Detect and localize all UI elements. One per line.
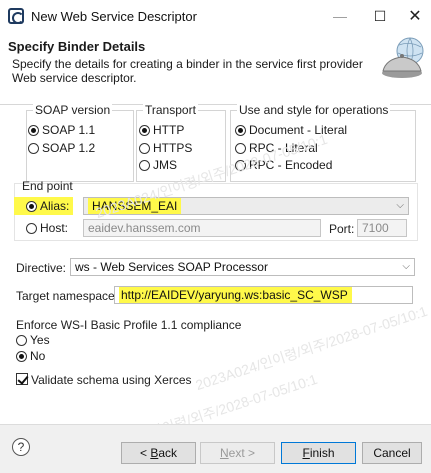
wsi-label: Enforce WS-I Basic Profile 1.1 complianc… xyxy=(16,318,242,332)
soap-version-label: SOAP version xyxy=(33,103,113,117)
radio-indicator xyxy=(28,142,39,154)
radio-label: Host: xyxy=(40,221,69,235)
wsi-no-radio[interactable]: No xyxy=(16,349,45,363)
alias-combo[interactable]: HANSSEM_EAI ⌵ xyxy=(83,197,409,215)
radio-indicator xyxy=(26,200,37,212)
finish-mnemonic: F xyxy=(302,446,310,460)
radio-label: RPC - Encoded xyxy=(249,158,333,172)
document-literal-radio[interactable]: Document - Literal xyxy=(235,123,347,137)
rpc-encoded-radio[interactable]: RPC - Encoded xyxy=(235,158,332,172)
help-icon[interactable]: ? xyxy=(12,438,30,456)
radio-indicator xyxy=(139,124,150,136)
title-bar: New Web Service Descriptor — ☐ ✕ xyxy=(0,0,431,33)
radio-indicator xyxy=(28,124,39,136)
validate-schema-checkbox[interactable] xyxy=(16,373,28,385)
chevron-down-icon[interactable]: ⌵ xyxy=(396,198,404,214)
radio-indicator xyxy=(26,222,37,234)
host-input[interactable]: eaidev.hanssem.com xyxy=(83,219,321,237)
app-icon xyxy=(8,8,24,24)
web-service-globe-icon xyxy=(382,37,424,78)
minimize-button[interactable]: — xyxy=(318,0,362,33)
wizard-header: Specify Binder Details Specify the detai… xyxy=(0,33,431,105)
radio-indicator xyxy=(235,159,246,171)
directive-combo[interactable]: ws - Web Services SOAP Processor ⌵ xyxy=(70,258,415,276)
next-mnemonic: N xyxy=(219,446,229,460)
radio-label: RPC - Literal xyxy=(249,141,318,155)
finish-button[interactable]: Finish xyxy=(281,442,356,464)
watermark-text: 2023A024/인이령/외주/2028-07-05/10:1 xyxy=(193,302,430,394)
radio-indicator xyxy=(139,142,150,154)
back-prefix: < xyxy=(139,446,151,460)
radio-label: Document - Literal xyxy=(249,123,348,137)
radio-label: No xyxy=(30,349,46,363)
alias-value: HANSSEM_EAI xyxy=(88,198,182,214)
next-rest: ext > xyxy=(228,446,256,460)
radio-label: SOAP 1.1 xyxy=(42,123,96,137)
port-label: Port: xyxy=(329,222,355,236)
soap-1-2-radio[interactable]: SOAP 1.2 xyxy=(28,141,95,155)
jms-radio[interactable]: JMS xyxy=(139,158,177,172)
host-radio[interactable]: Host: xyxy=(26,221,68,235)
close-button[interactable]: ✕ xyxy=(393,0,431,33)
radio-label: Yes xyxy=(30,333,50,347)
page-title: Specify Binder Details xyxy=(8,39,146,54)
radio-indicator xyxy=(235,124,246,136)
radio-label: Alias: xyxy=(40,199,70,213)
endpoint-label: End point xyxy=(22,179,73,193)
target-namespace-input[interactable]: http://EAIDEV/yaryung.ws:basic_SC_WSP xyxy=(114,286,413,304)
validate-schema-label: Validate schema using Xerces xyxy=(31,373,192,387)
target-namespace-label: Target namespace: xyxy=(16,289,119,303)
radio-indicator xyxy=(235,142,246,154)
radio-indicator xyxy=(139,159,150,171)
back-rest: ack xyxy=(158,446,178,460)
http-radio[interactable]: HTTP xyxy=(139,123,184,137)
use-style-label: Use and style for operations xyxy=(237,103,391,117)
radio-label: SOAP 1.2 xyxy=(42,141,96,155)
back-button[interactable]: < Back xyxy=(121,442,196,464)
soap-1-1-radio[interactable]: SOAP 1.1 xyxy=(28,123,95,137)
wizard-content: SOAP version SOAP 1.1 SOAP 1.2 Transport… xyxy=(0,103,431,461)
radio-indicator xyxy=(16,350,27,362)
cancel-button[interactable]: Cancel xyxy=(362,442,422,464)
directive-label: Directive: xyxy=(16,261,67,275)
radio-label: JMS xyxy=(153,158,177,172)
radio-indicator xyxy=(16,334,27,346)
target-namespace-value: http://EAIDEV/yaryung.ws:basic_SC_WSP xyxy=(119,287,352,303)
window-title: New Web Service Descriptor xyxy=(31,9,197,24)
next-button[interactable]: Next > xyxy=(200,442,275,464)
page-description: Specify the details for creating a binde… xyxy=(12,57,363,85)
chevron-down-icon[interactable]: ⌵ xyxy=(402,259,410,275)
finish-rest: inish xyxy=(309,446,335,460)
wsi-yes-radio[interactable]: Yes xyxy=(16,333,50,347)
radio-label: HTTP xyxy=(153,123,185,137)
transport-label: Transport xyxy=(143,103,198,117)
alias-radio[interactable]: Alias: xyxy=(14,197,74,215)
radio-label: HTTPS xyxy=(153,141,193,155)
rpc-literal-radio[interactable]: RPC - Literal xyxy=(235,141,318,155)
directive-value: ws - Web Services SOAP Processor xyxy=(75,260,268,274)
https-radio[interactable]: HTTPS xyxy=(139,141,192,155)
button-bar: ? < Back Next > Finish Cancel xyxy=(0,424,431,473)
port-input[interactable]: 7100 xyxy=(357,219,407,237)
